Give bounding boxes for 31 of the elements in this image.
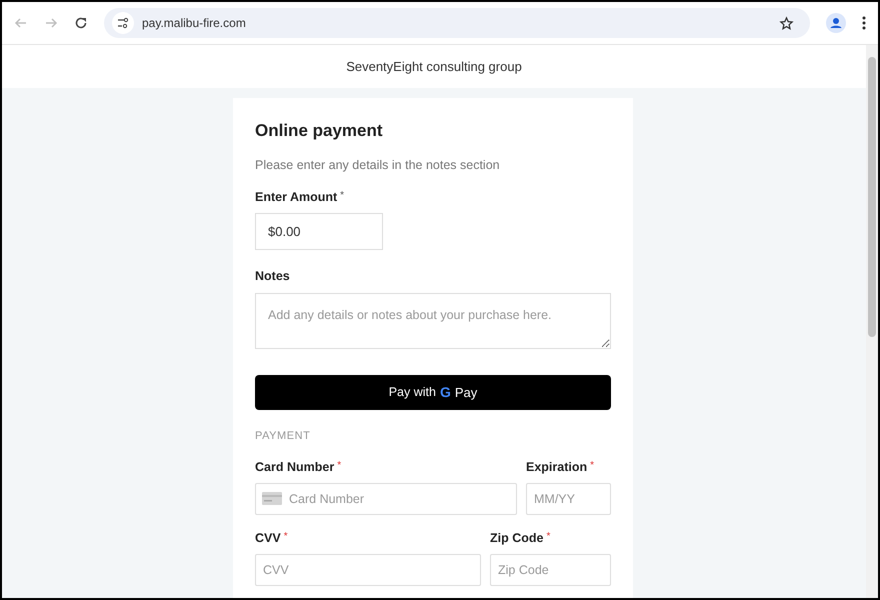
form-title: Online payment — [255, 120, 384, 142]
star-icon[interactable] — [779, 16, 794, 30]
required-mark: * — [284, 530, 288, 544]
input-field[interactable]: Zip Code — [490, 554, 611, 586]
input-field[interactable]: Card Number — [255, 483, 517, 515]
address-bar[interactable]: pay.malibu-fire.com — [104, 8, 810, 38]
google-pay-button[interactable]: Pay with G Pay — [255, 374, 611, 410]
input-field[interactable]: CVV — [255, 554, 481, 586]
site-settings-icon[interactable] — [112, 12, 134, 34]
field-label: Card Number — [255, 459, 334, 476]
company-name: SeventyEight consulting group — [346, 58, 522, 76]
credit-card-icon — [262, 492, 282, 505]
required-mark: * — [340, 189, 344, 204]
required-mark: * — [546, 530, 550, 544]
amount-field[interactable]: $0.00 — [255, 213, 383, 250]
field-label: Notes — [255, 268, 291, 285]
menu-icon[interactable] — [862, 16, 866, 30]
profile-icon[interactable] — [826, 13, 846, 33]
intro-text: Please enter any details in the notes section — [255, 156, 501, 174]
scrollbar[interactable] — [866, 45, 878, 598]
field-label: Enter Amount — [255, 189, 338, 206]
required-mark: * — [337, 459, 342, 474]
required-mark: * — [590, 459, 594, 474]
field-label: Expiration — [526, 459, 588, 476]
notes-field[interactable]: Add any details or notes about your purchase here. — [255, 292, 611, 349]
section-heading: PAYMENT — [255, 428, 312, 444]
field-label: Zip Code — [490, 530, 544, 547]
reload-icon[interactable] — [74, 16, 88, 30]
field-label: CVV — [255, 530, 281, 547]
input-field[interactable]: MM/YY — [526, 483, 611, 515]
url-text: pay.malibu-fire.com — [142, 15, 247, 32]
